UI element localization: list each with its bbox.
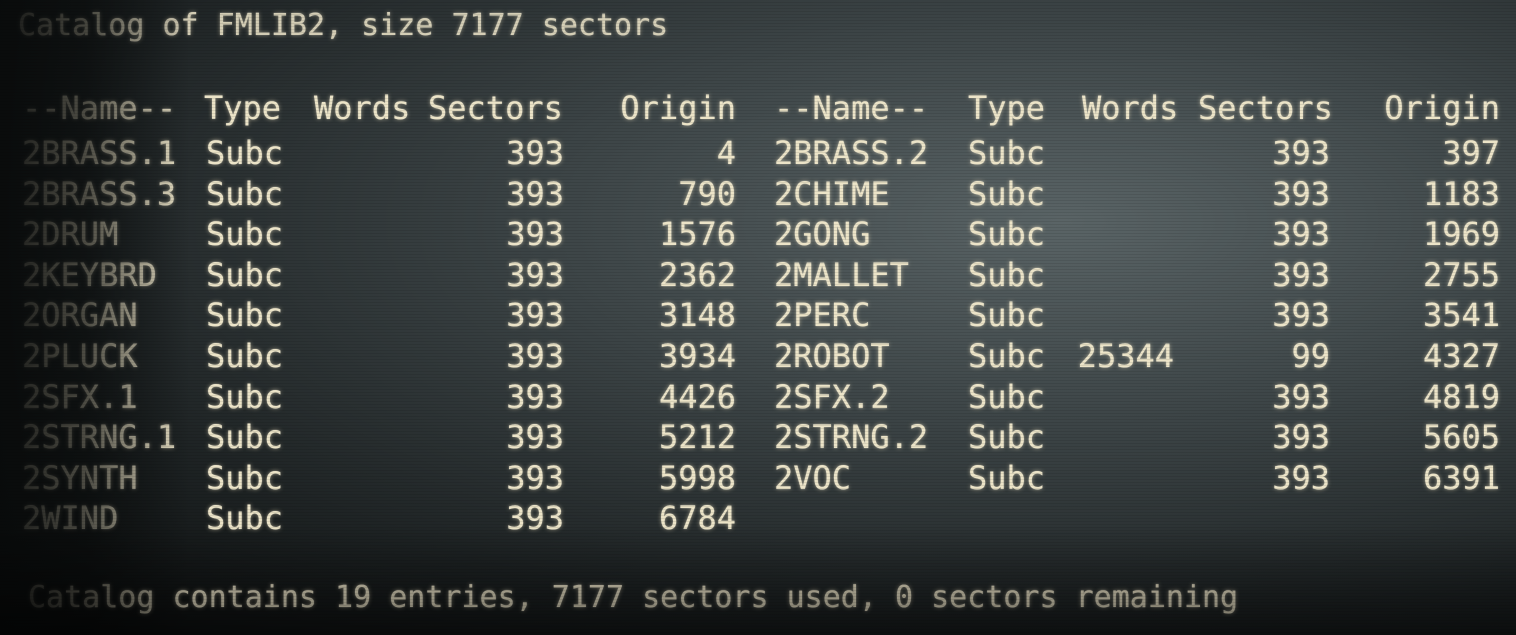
entry-sectors: 393 <box>506 377 564 416</box>
entry-sectors: 393 <box>506 458 564 497</box>
entry-origin: 1969 <box>1422 215 1500 254</box>
entry-type: Subc <box>206 134 284 172</box>
entry-name: 2STRNG.1 <box>22 418 177 457</box>
entry-origin: 2362 <box>658 255 736 294</box>
entry-type: Subc <box>206 296 284 335</box>
entry-type: Subc <box>968 296 1046 335</box>
entry-origin: 790 <box>678 174 736 213</box>
entry-name: 2CHIME <box>774 174 890 213</box>
entry-sectors: 393 <box>506 418 564 457</box>
entry-origin: 4 <box>716 134 736 172</box>
entry-name: 2KEYBRD <box>22 255 157 294</box>
entry-type: Subc <box>206 499 284 538</box>
entry-type: Subc <box>206 337 284 375</box>
entry-sectors: 393 <box>506 255 564 294</box>
entry-sectors: 393 <box>506 337 564 375</box>
entry-origin: 3934 <box>658 337 736 375</box>
entry-sectors: 393 <box>506 215 564 254</box>
header-type-left: Type <box>204 89 282 127</box>
entry-type: Subc <box>206 255 284 294</box>
entry-type: Subc <box>968 255 1046 294</box>
entry-origin: 6784 <box>658 499 736 538</box>
header-words-left: Words <box>314 89 411 127</box>
catalog-summary: Catalog contains 19 entries, 7177 sector… <box>28 580 1239 615</box>
entry-name: 2PERC <box>774 296 871 335</box>
entry-words: 25344 <box>1077 337 1174 375</box>
entry-name: 2MALLET <box>774 255 909 294</box>
header-origin-left: Origin <box>620 89 736 127</box>
header-name-right: --Name-- <box>774 89 929 127</box>
entry-name: 2BRASS.1 <box>22 134 177 172</box>
entry-sectors: 393 <box>506 296 564 335</box>
entry-sectors: 393 <box>1272 458 1330 497</box>
entry-sectors: 393 <box>1272 418 1330 457</box>
entry-sectors: 393 <box>1272 255 1330 294</box>
entry-name: 2GONG <box>774 215 871 254</box>
entry-sectors: 393 <box>1272 377 1330 416</box>
entry-type: Subc <box>206 377 284 416</box>
entry-name: 2ROBOT <box>774 337 890 375</box>
entry-type: Subc <box>968 134 1046 172</box>
header-words-right: Words <box>1082 89 1179 127</box>
entry-name: 2SYNTH <box>22 458 138 497</box>
entry-sectors: 99 <box>1291 337 1330 375</box>
entry-name: 2VOC <box>774 458 852 497</box>
entry-name: 2STRNG.2 <box>774 418 929 457</box>
entry-origin: 4819 <box>1422 377 1500 416</box>
header-sectors-right: Sectors <box>1198 89 1333 127</box>
entry-origin: 397 <box>1442 134 1500 172</box>
entry-type: Subc <box>206 174 284 213</box>
entry-name: 2ORGAN <box>22 296 138 335</box>
entry-type: Subc <box>968 174 1046 213</box>
entry-origin: 2755 <box>1422 255 1500 294</box>
header-origin-right: Origin <box>1384 89 1500 127</box>
entry-name: 2PLUCK <box>22 337 138 375</box>
entry-name: 2DRUM <box>22 215 119 254</box>
entry-name: 2SFX.1 <box>22 377 138 416</box>
entry-origin: 1183 <box>1422 174 1500 213</box>
entry-type: Subc <box>968 215 1046 254</box>
entry-name: 2WIND <box>22 499 119 538</box>
entry-origin: 4327 <box>1422 337 1500 375</box>
header-name-left: --Name-- <box>22 89 177 127</box>
entry-sectors: 393 <box>1272 174 1330 213</box>
entry-origin: 1576 <box>658 215 736 254</box>
entry-type: Subc <box>206 458 284 497</box>
entry-sectors: 393 <box>506 174 564 213</box>
entry-origin: 6391 <box>1422 458 1500 497</box>
terminal-screen: Catalog of FMLIB2, size 7177 sectors --N… <box>0 0 1516 635</box>
entry-origin: 5998 <box>658 458 736 497</box>
entry-sectors: 393 <box>1272 134 1330 172</box>
catalog-title: Catalog of FMLIB2, size 7177 sectors <box>18 8 669 43</box>
header-sectors-left: Sectors <box>428 89 563 127</box>
entry-origin: 3148 <box>658 296 736 335</box>
entry-type: Subc <box>206 215 284 254</box>
entry-sectors: 393 <box>506 499 564 538</box>
entry-sectors: 393 <box>1272 215 1330 254</box>
entry-origin: 5212 <box>658 418 736 457</box>
entry-name: 2BRASS.2 <box>774 134 929 172</box>
entry-name: 2SFX.2 <box>774 377 890 416</box>
entry-name: 2BRASS.3 <box>22 174 177 213</box>
entry-type: Subc <box>968 337 1046 375</box>
entry-origin: 5605 <box>1422 418 1500 457</box>
entry-sectors: 393 <box>506 134 564 172</box>
entry-type: Subc <box>206 418 284 457</box>
entry-origin: 4426 <box>658 377 736 416</box>
header-type-right: Type <box>968 89 1046 127</box>
entry-type: Subc <box>968 458 1046 497</box>
entry-sectors: 393 <box>1272 296 1330 335</box>
entry-origin: 3541 <box>1422 296 1500 335</box>
entry-type: Subc <box>968 418 1046 457</box>
entry-type: Subc <box>968 377 1046 416</box>
